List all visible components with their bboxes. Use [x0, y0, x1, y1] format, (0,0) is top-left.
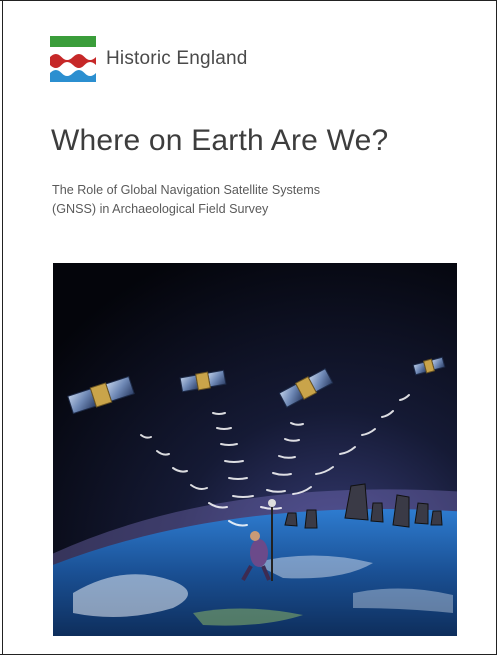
page-edge-line [2, 1, 3, 655]
cover-illustration [53, 263, 457, 636]
document-subtitle: The Role of Global Navigation Satellite … [52, 181, 382, 219]
subtitle-line-1: The Role of Global Navigation Satellite … [52, 183, 321, 197]
document-title: Where on Earth Are We? [51, 124, 389, 157]
subtitle-line-2: (GNSS) in Archaeological Field Survey [52, 202, 269, 216]
organization-name: Historic England [106, 48, 248, 69]
historic-england-logo-icon [50, 36, 96, 82]
